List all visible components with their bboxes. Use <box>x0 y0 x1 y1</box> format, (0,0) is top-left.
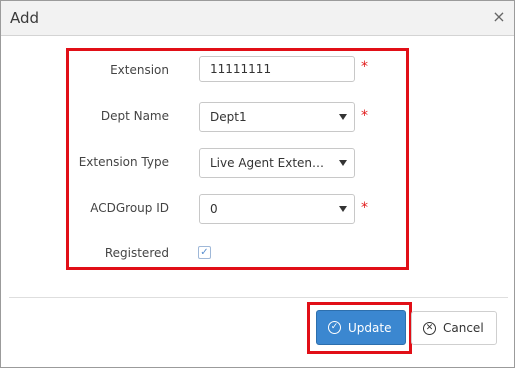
acd-group-id-value: 0 <box>210 202 218 216</box>
update-button-label: Update <box>348 321 392 335</box>
check-icon: ✓ <box>200 247 209 258</box>
cancel-button[interactable]: ✕ Cancel <box>411 311 497 345</box>
dept-name-required-mark: * <box>361 108 368 124</box>
dept-name-select[interactable]: Dept1 <box>199 102 355 132</box>
x-circle-icon: ✕ <box>423 322 436 335</box>
extension-required-mark: * <box>361 59 368 75</box>
extension-input[interactable]: 11111111 <box>199 56 355 82</box>
add-dialog: Add × Extension 11111111 * Dept Name Dep… <box>0 0 515 368</box>
extension-type-select[interactable]: Live Agent Extensi... <box>199 148 355 178</box>
extension-type-value: Live Agent Extensi... <box>210 156 328 170</box>
registered-label: Registered <box>104 246 169 260</box>
registered-checkbox[interactable]: ✓ <box>198 246 211 259</box>
extension-value: 11111111 <box>210 62 272 76</box>
cancel-button-label: Cancel <box>443 321 484 335</box>
close-icon[interactable]: × <box>491 8 507 26</box>
dept-name-value: Dept1 <box>210 110 247 124</box>
dropdown-caret-icon <box>339 206 347 212</box>
dept-name-label: Dept Name <box>100 109 169 123</box>
dialog-titlebar: Add × <box>1 1 514 36</box>
dialog-title: Add <box>10 9 40 27</box>
extension-label: Extension <box>110 63 169 77</box>
footer-divider <box>9 297 508 298</box>
acd-group-id-select[interactable]: 0 <box>199 194 355 224</box>
dropdown-caret-icon <box>339 160 347 166</box>
dropdown-caret-icon <box>339 114 347 120</box>
update-button[interactable]: ✓ Update <box>316 310 406 345</box>
extension-type-label: Extension Type <box>78 155 169 169</box>
acd-group-id-label: ACDGroup ID <box>90 201 169 215</box>
acd-group-id-required-mark: * <box>361 200 368 216</box>
check-circle-icon: ✓ <box>328 321 341 334</box>
